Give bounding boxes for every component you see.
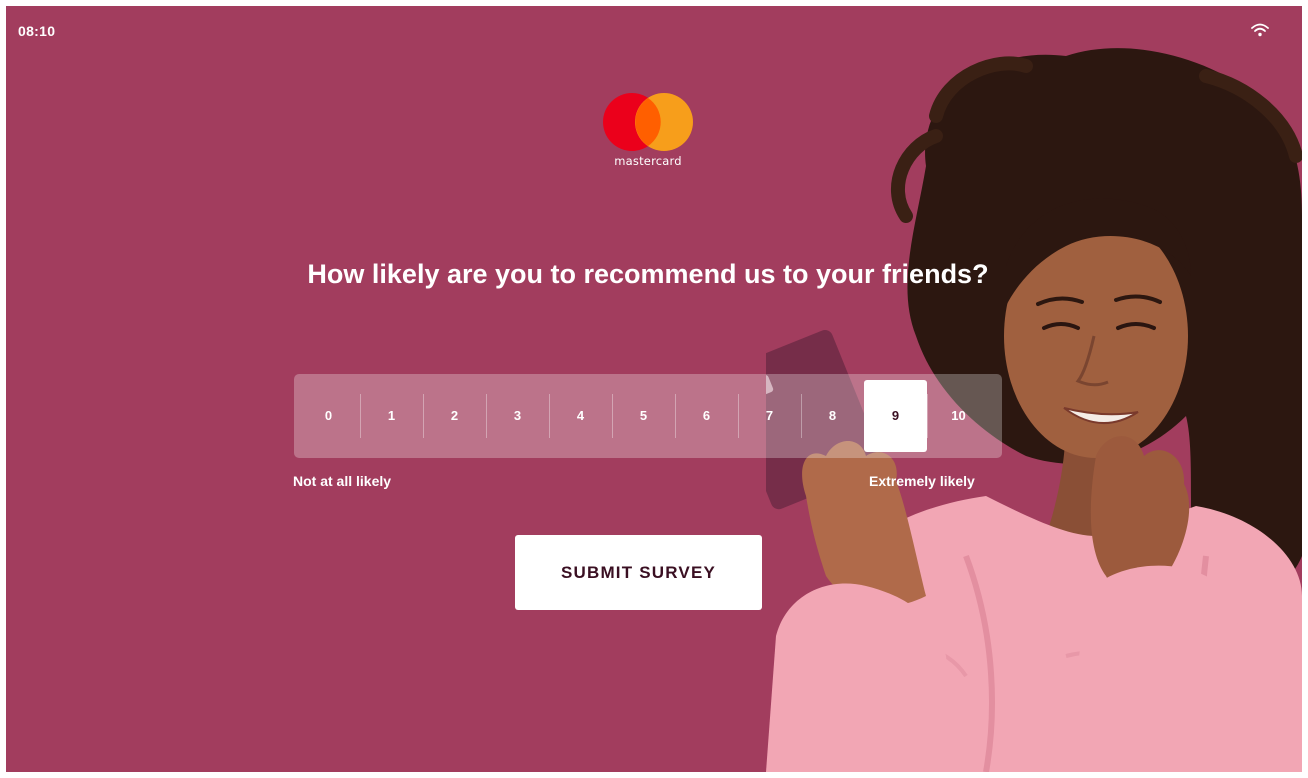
rating-option-4[interactable]: 4 <box>549 374 612 458</box>
survey-screen: 08:10 mastercard How likely are you to r… <box>6 6 1302 772</box>
low-end-label: Not at all likely <box>293 473 392 489</box>
mastercard-logo: mastercard <box>598 92 698 172</box>
rating-option-3[interactable]: 3 <box>486 374 549 458</box>
high-end-label: Extremely likely <box>869 473 975 489</box>
rating-scale: 0 1 2 3 4 5 6 7 8 9 10 <box>294 374 1002 458</box>
status-time: 08:10 <box>18 23 56 39</box>
rating-option-6[interactable]: 6 <box>675 374 738 458</box>
scale-divider <box>423 394 424 438</box>
scale-divider <box>864 394 865 438</box>
scale-divider <box>549 394 550 438</box>
rating-option-8[interactable]: 8 <box>801 374 864 458</box>
submit-survey-button[interactable]: SUBMIT SURVEY <box>515 535 762 610</box>
scale-divider <box>801 394 802 438</box>
rating-option-2[interactable]: 2 <box>423 374 486 458</box>
rating-option-10[interactable]: 10 <box>927 374 990 458</box>
scale-divider <box>486 394 487 438</box>
mastercard-wordmark: mastercard <box>614 154 682 168</box>
scale-divider <box>612 394 613 438</box>
scale-divider <box>738 394 739 438</box>
survey-question: How likely are you to recommend us to yo… <box>307 259 989 289</box>
scale-divider <box>927 394 928 438</box>
mastercard-circles-icon <box>603 93 693 151</box>
rating-option-9[interactable]: 9 <box>864 380 927 452</box>
rating-option-7[interactable]: 7 <box>738 374 801 458</box>
rating-option-5[interactable]: 5 <box>612 374 675 458</box>
rating-option-1[interactable]: 1 <box>360 374 423 458</box>
scale-divider <box>675 394 676 438</box>
scale-divider <box>360 394 361 438</box>
rating-option-0[interactable]: 0 <box>297 374 360 458</box>
